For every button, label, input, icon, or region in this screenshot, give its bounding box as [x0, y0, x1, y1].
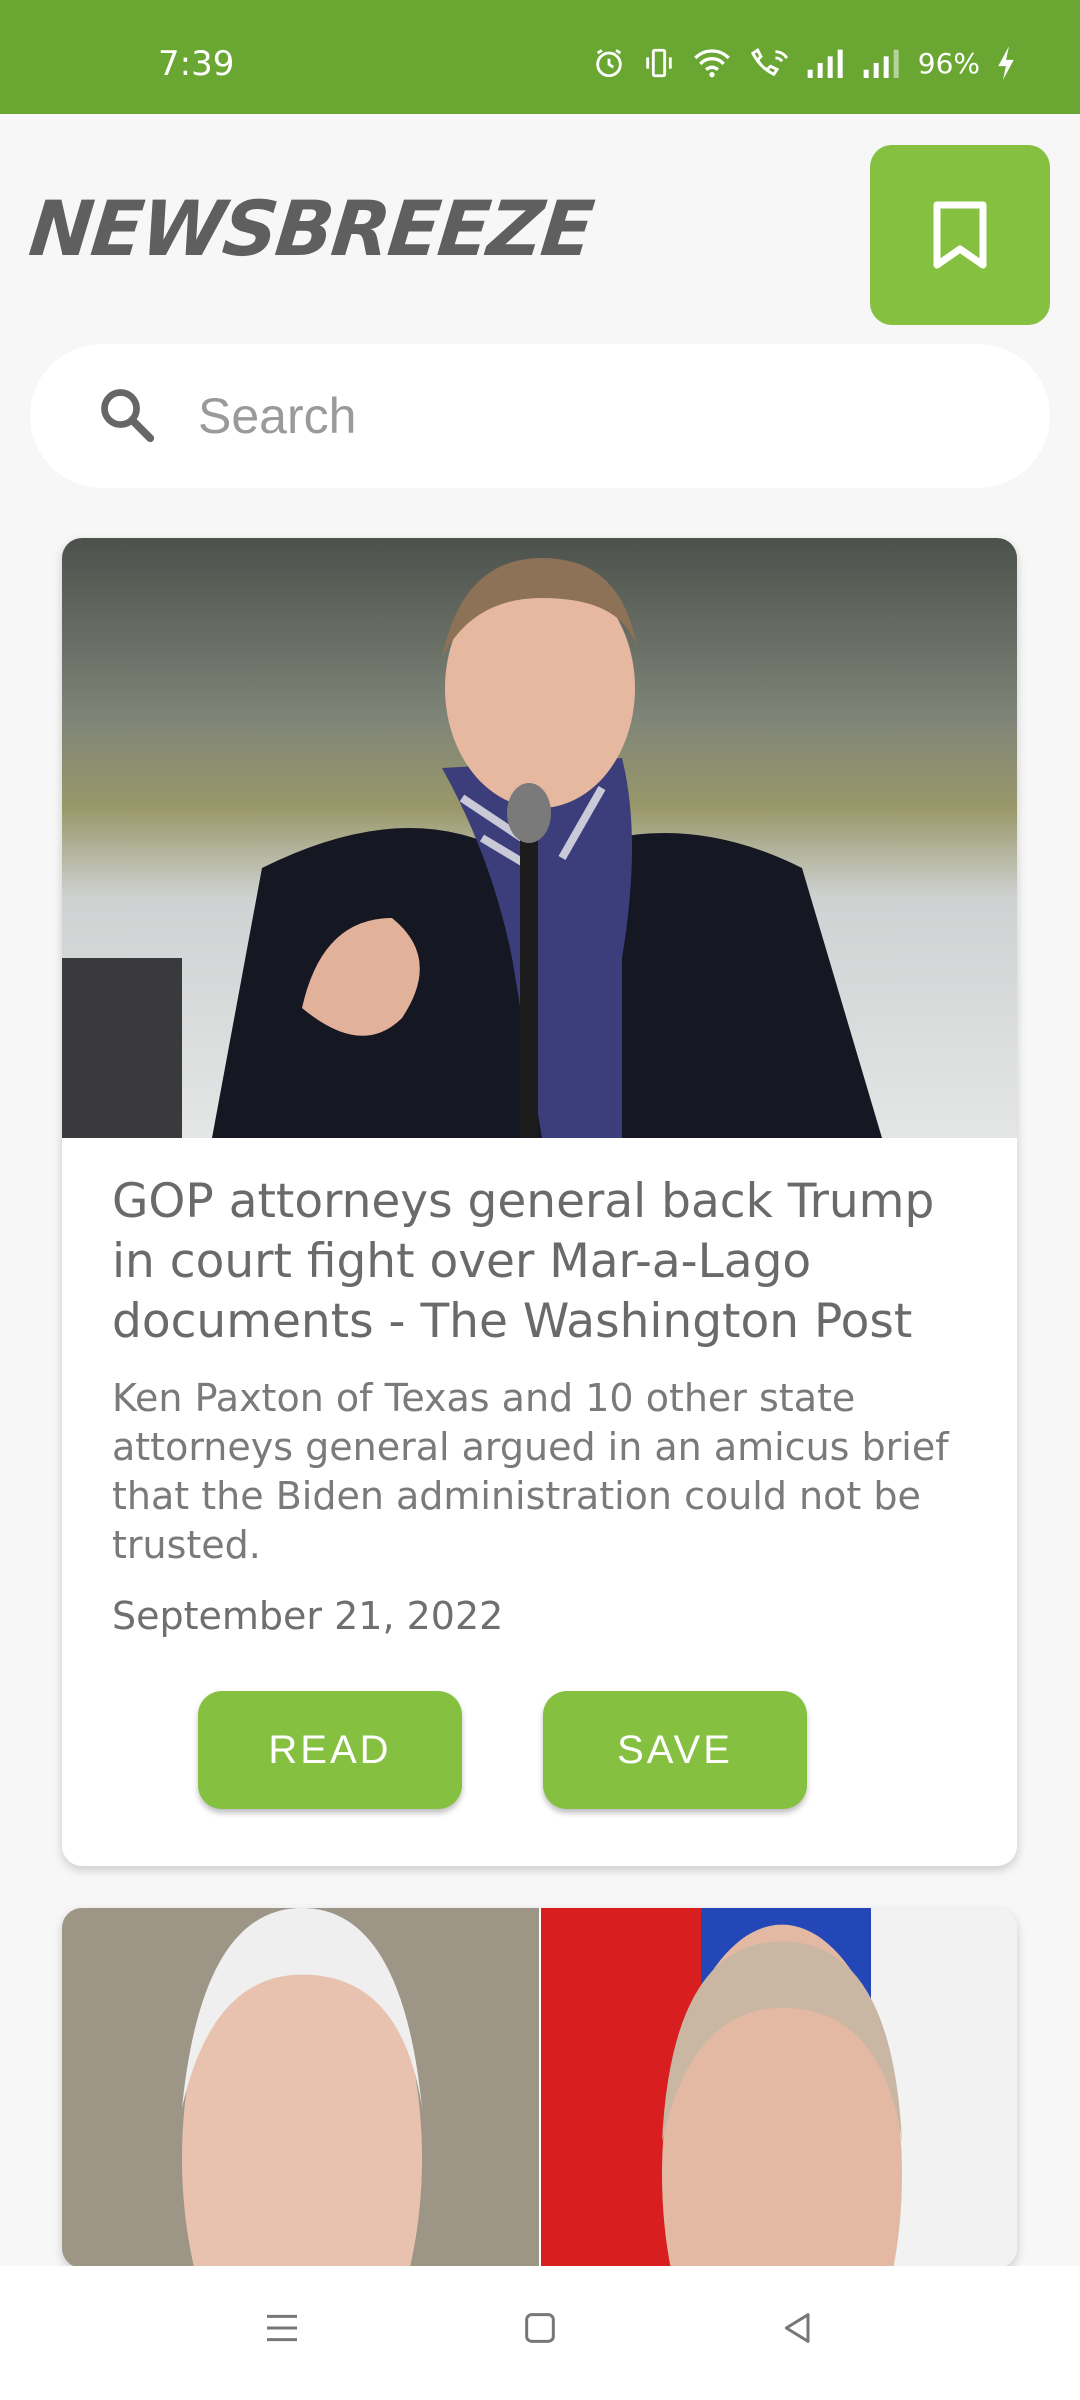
home-icon[interactable] [520, 2308, 560, 2348]
back-icon[interactable] [778, 2308, 818, 2348]
search-bar[interactable] [30, 344, 1050, 488]
save-button[interactable]: SAVE [543, 1691, 807, 1809]
status-time: 7:39 [158, 44, 235, 84]
alarm-icon [596, 49, 622, 78]
battery-level: 96% [917, 46, 980, 80]
article-title[interactable]: GOP attorneys general back Trump in cour… [112, 1172, 992, 1352]
system-nav-bar [0, 2266, 1080, 2400]
wifi-icon [693, 49, 730, 78]
wifi-calling-icon [750, 47, 788, 77]
app-header: NEWSBREEZE [0, 114, 1080, 334]
vibrate-icon [646, 48, 672, 78]
article-description: Ken Paxton of Texas and 10 other state a… [112, 1376, 949, 1567]
search-icon [101, 389, 155, 443]
article-image [62, 1908, 1017, 2268]
menu-icon[interactable] [262, 2308, 302, 2348]
app-logo: NEWSBREEZE [25, 184, 597, 273]
article-card: GOP attorneys general back Trump in cour… [62, 538, 1017, 1866]
signal-icon [807, 49, 843, 78]
article-image [62, 538, 1017, 1138]
article-date: September 21, 2022 [112, 1594, 504, 1638]
read-button[interactable]: READ [198, 1691, 462, 1809]
bookmark-icon [933, 201, 987, 269]
status-icons: 96% [592, 46, 1016, 80]
bookmarks-button[interactable] [870, 145, 1050, 325]
status-bar: 7:39 96% [0, 0, 1080, 114]
signal-icon [863, 49, 899, 78]
charging-icon [998, 46, 1014, 80]
search-input[interactable] [198, 378, 998, 454]
article-card [62, 1908, 1017, 2268]
